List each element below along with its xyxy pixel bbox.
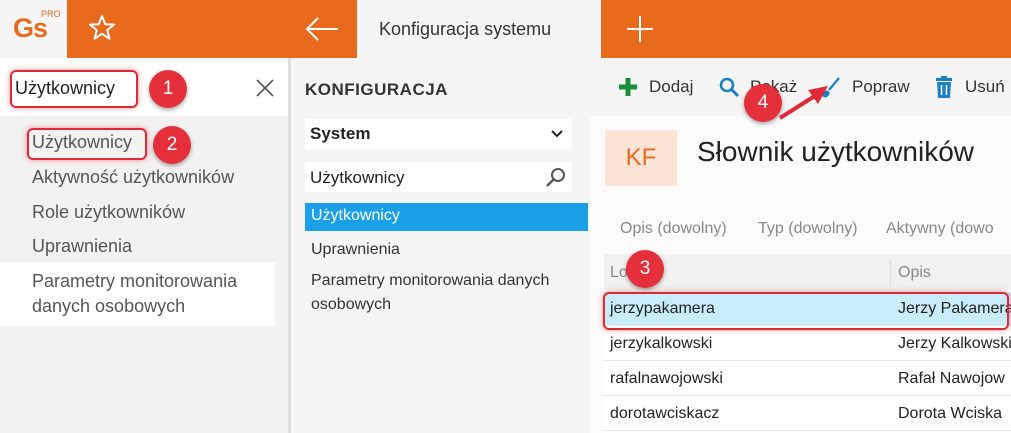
configuration-header: KONFIGURACJA — [305, 80, 448, 99]
search-icon[interactable] — [545, 166, 567, 188]
tab-label: Konfiguracja systemu — [379, 19, 552, 39]
back-arrow-icon[interactable] — [304, 15, 340, 43]
highlight-search — [10, 70, 138, 108]
left-nav: Użytkownicy Aktywność użytkowników Role … — [0, 116, 288, 433]
close-icon[interactable] — [254, 77, 276, 99]
table-row[interactable]: rafalnawojowski Rafał Nawojow — [604, 362, 1011, 396]
left-panel: Użytkownicy Użytkownicy Aktywność użytko… — [0, 58, 288, 433]
cell-login: dorotawciskacz — [610, 405, 720, 422]
step-badge-4: 4 — [744, 84, 782, 122]
nav-item-user-activity[interactable]: Aktywność użytkowników — [32, 167, 234, 188]
cell-description: Jerzy Kalkowski — [898, 335, 1011, 352]
table-row[interactable]: jerzykalkowski Jerzy Kalkowski — [604, 327, 1011, 361]
config-item-personal-data-line2[interactable]: osobowych — [311, 293, 391, 317]
column-description[interactable]: Opis — [898, 264, 931, 282]
nav-item-label-line2: danych osobowych — [32, 296, 186, 316]
highlight-selected-row — [603, 292, 1009, 330]
delete-icon — [936, 76, 952, 98]
top-bar: Gs PRO Konfiguracja systemu — [0, 0, 1011, 58]
config-item-label: Użytkownicy — [311, 207, 400, 224]
nav-item-user-roles[interactable]: Role użytkowników — [32, 202, 185, 223]
cell-login: rafalnawojowski — [610, 370, 723, 387]
dictionary-badge: KF — [605, 130, 677, 186]
nav-item-permissions[interactable]: Uprawnienia — [32, 236, 132, 257]
nav-item-label-line1: Parametry monitorowania — [32, 271, 238, 291]
app-logo[interactable]: Gs PRO — [0, 0, 67, 58]
filter-description[interactable]: Opis (dowolny) — [620, 220, 727, 238]
module-select[interactable]: System — [305, 119, 572, 149]
highlight-users-item — [27, 128, 147, 160]
configuration-search-input[interactable]: Użytkownicy — [305, 162, 572, 192]
module-select-value: System — [310, 124, 371, 143]
show-icon — [719, 77, 740, 98]
configuration-search-value: Użytkownicy — [310, 168, 405, 187]
step-badge-3: 3 — [626, 250, 664, 288]
delete-button-label: Usuń — [965, 77, 1005, 96]
annotation-arrow-icon — [778, 86, 828, 120]
add-icon — [619, 78, 637, 96]
table-header: Login Opis — [604, 254, 1011, 290]
filter-type[interactable]: Typ (dowolny) — [758, 220, 858, 238]
step-badge-1: 1 — [149, 70, 187, 108]
logo-superscript: PRO — [41, 9, 61, 19]
table-row[interactable]: dorotawciskacz Dorota Wciska — [604, 397, 1011, 431]
column-separator[interactable] — [890, 260, 891, 286]
add-button-label: Dodaj — [649, 77, 694, 96]
edit-button-label: Popraw — [852, 77, 910, 96]
config-item-users[interactable]: Użytkownicy — [305, 203, 588, 231]
config-item-personal-data-line1[interactable]: Parametry monitorowania danych — [311, 269, 549, 293]
star-icon[interactable] — [88, 14, 116, 42]
config-item-permissions[interactable]: Uprawnienia — [311, 238, 400, 262]
configuration-panel: KONFIGURACJA System Użytkownicy Użytkown… — [291, 58, 590, 433]
tab-system-configuration[interactable]: Konfiguracja systemu — [357, 0, 601, 58]
nav-item-personal-data-monitoring[interactable]: Parametry monitorowania danych osobowych — [0, 262, 275, 326]
dictionary-title: Słownik użytkowników — [697, 136, 974, 167]
chevron-down-icon — [551, 130, 563, 138]
cell-description: Rafał Nawojow — [898, 370, 1005, 387]
plus-icon[interactable] — [625, 14, 655, 44]
step-badge-2: 2 — [153, 126, 191, 164]
filter-active[interactable]: Aktywny (dowo — [886, 220, 994, 238]
cell-description: Dorota Wciska — [898, 405, 1003, 422]
cell-login: jerzykalkowski — [610, 335, 713, 352]
dictionary-badge-text: KF — [625, 144, 657, 171]
users-table: Login Opis jerzypakamera Jerzy Pakamera … — [604, 254, 1011, 433]
